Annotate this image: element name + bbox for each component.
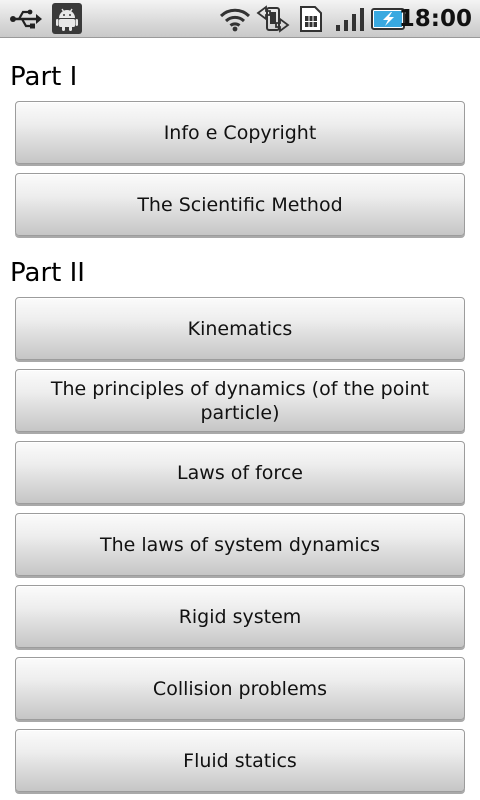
button-label: Rigid system — [178, 605, 302, 628]
section-header-part-2: Part II — [10, 258, 85, 288]
button-label: Kinematics — [187, 317, 293, 340]
main-content[interactable]: Part I Info e Copyright The Scientific M… — [0, 39, 480, 800]
signal-bars-icon — [332, 0, 368, 38]
fluid-statics-button[interactable]: Fluid statics — [15, 729, 465, 792]
principles-of-dynamics-button[interactable]: The principles of dynamics (of the point… — [15, 369, 465, 432]
data-transfer-icon — [255, 0, 291, 38]
usb-icon — [8, 0, 44, 38]
button-label: The Scientific Method — [137, 193, 343, 216]
button-label: The principles of dynamics (of the point… — [50, 377, 430, 424]
collision-problems-button[interactable]: Collision problems — [15, 657, 465, 720]
clock: 18:00 — [398, 6, 472, 32]
button-label: Laws of force — [177, 461, 303, 484]
laws-of-system-dynamics-button[interactable]: The laws of system dynamics — [15, 513, 465, 576]
status-bar: 18:00 — [0, 0, 480, 38]
button-label: The laws of system dynamics — [100, 533, 380, 556]
rigid-system-button[interactable]: Rigid system — [15, 585, 465, 648]
scientific-method-button[interactable]: The Scientific Method — [15, 173, 465, 236]
wifi-icon — [218, 0, 252, 38]
android-debug-icon — [52, 3, 82, 34]
button-label: Fluid statics — [183, 749, 297, 772]
button-label: Collision problems — [152, 677, 328, 700]
section-header-part-1: Part I — [10, 62, 78, 92]
info-copyright-button[interactable]: Info e Copyright — [15, 101, 465, 164]
laws-of-force-button[interactable]: Laws of force — [15, 441, 465, 504]
kinematics-button[interactable]: Kinematics — [15, 297, 465, 360]
sim-card-icon — [297, 0, 325, 38]
button-label: Info e Copyright — [163, 121, 317, 144]
